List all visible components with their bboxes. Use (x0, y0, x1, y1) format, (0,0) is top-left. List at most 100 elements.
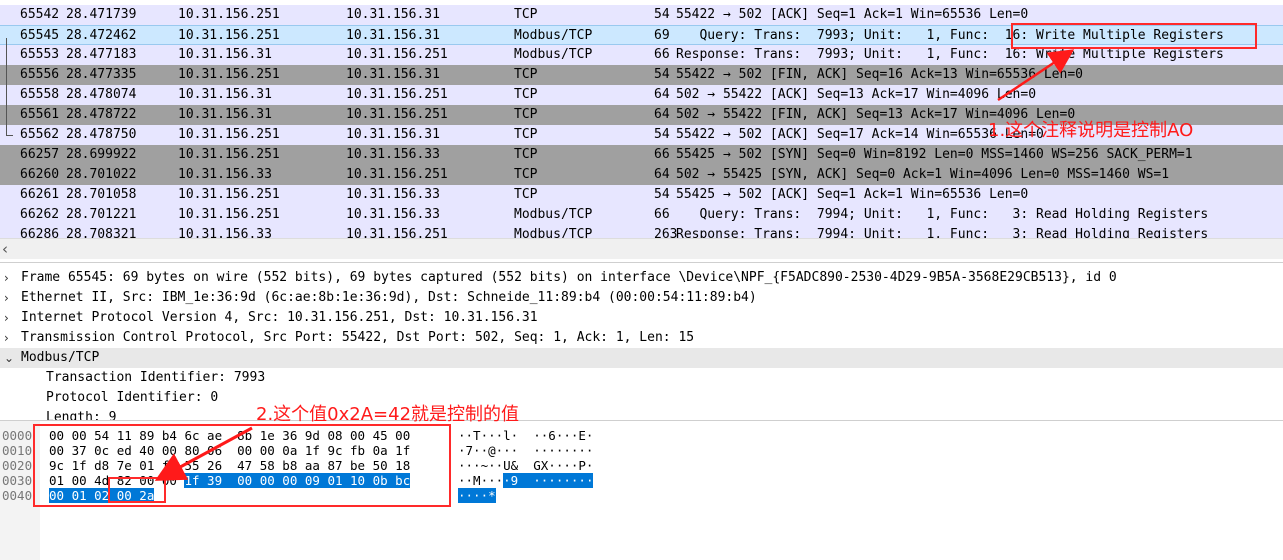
detail-text: Transaction Identifier: 7993 (46, 370, 266, 385)
packet-cell-len: 54 (654, 67, 670, 82)
packet-cell-proto: Modbus/TCP (514, 47, 593, 62)
packet-cell-no: 66286 (20, 227, 60, 238)
hex-ascii-plain: ··M··· (458, 473, 504, 488)
hex-offset: 0020 (2, 458, 33, 473)
detail-text: Transmission Control Protocol, Src Port:… (21, 330, 695, 345)
packet-cell-proto: Modbus/TCP (514, 28, 593, 43)
packet-cell-proto: TCP (514, 167, 538, 182)
packet-cell-no: 66261 (20, 187, 60, 202)
packet-cell-dst: 10.31.156.251 (346, 227, 448, 238)
hex-ascii-selected: ·9 ········ (503, 473, 594, 488)
packet-cell-src: 10.31.156.251 (178, 207, 280, 222)
packet-row[interactable]: 66260 28.701022 10.31.156.33 10.31.156.251 T… (0, 165, 1283, 185)
conversation-bracket (6, 38, 7, 135)
packet-cell-proto: TCP (514, 147, 538, 162)
packet-cell-time: 28.701058 (66, 187, 137, 202)
packet-cell-no: 65545 (20, 28, 60, 43)
hex-ascii-plain: ···~··U& GX····P· (458, 458, 594, 473)
detail-row[interactable]: ⌄ Modbus/TCP (0, 348, 1283, 368)
detail-row[interactable]: › Transmission Control Protocol, Src Port… (0, 328, 1283, 348)
packet-cell-len: 66 (654, 47, 670, 62)
packet-cell-dst: 10.31.156.251 (346, 107, 448, 122)
hex-offset: 0030 (2, 473, 33, 488)
packet-row[interactable]: 65556 28.477335 10.31.156.251 10.31.156.31 T… (0, 65, 1283, 85)
packet-cell-time: 28.478074 (66, 87, 137, 102)
packet-details-pane[interactable]: › Frame 65545: 69 bytes on wire (552 bits… (0, 262, 1283, 421)
packet-cell-src: 10.31.156.251 (178, 187, 280, 202)
packet-cell-dst: 10.31.156.33 (346, 187, 440, 202)
annotation-box-bytes (33, 424, 451, 507)
expand-arrow-icon[interactable]: › (4, 268, 9, 288)
packet-cell-src: 10.31.156.31 (178, 107, 272, 122)
expand-arrow-icon[interactable]: › (4, 328, 9, 348)
packet-cell-proto: TCP (514, 67, 538, 82)
packet-cell-len: 66 (654, 147, 670, 162)
packet-cell-dst: 10.31.156.33 (346, 207, 440, 222)
hex-ascii[interactable]: ····* (458, 488, 496, 504)
hex-ascii-selected: ····* (458, 488, 496, 503)
detail-row[interactable]: › Internet Protocol Version 4, Src: 10.31… (0, 308, 1283, 328)
packet-row[interactable]: 66262 28.701221 10.31.156.251 10.31.156.33 M… (0, 205, 1283, 225)
packet-cell-proto: Modbus/TCP (514, 227, 593, 238)
packet-cell-proto: TCP (514, 187, 538, 202)
packet-cell-time: 28.478722 (66, 107, 137, 122)
packet-cell-src: 10.31.156.31 (178, 87, 272, 102)
packet-cell-no: 66260 (20, 167, 60, 182)
packet-cell-dst: 10.31.156.31 (346, 28, 440, 43)
packet-cell-info: 502 → 55425 [SYN, ACK] Seq=0 Ack=1 Win=4… (676, 167, 1170, 182)
packet-cell-src: 10.31.156.251 (178, 127, 280, 142)
packet-cell-no: 66257 (20, 147, 60, 162)
packet-row[interactable]: 65542 28.471739 10.31.156.251 10.31.156.31 T… (0, 5, 1283, 25)
hex-ascii[interactable]: ··T···l· ··6···E· (458, 428, 593, 444)
detail-text: Modbus/TCP (21, 350, 100, 365)
hex-ascii[interactable]: ···~··U& GX····P· (458, 458, 593, 474)
packet-cell-proto: TCP (514, 107, 538, 122)
packet-cell-len: 64 (654, 87, 670, 102)
scroll-left-arrow-icon[interactable]: ‹ (2, 240, 8, 258)
packet-cell-time: 28.477183 (66, 47, 137, 62)
packet-cell-len: 54 (654, 127, 670, 142)
hex-ascii-plain: ··T···l· ··6···E· (458, 428, 594, 443)
packet-cell-src: 10.31.156.251 (178, 7, 280, 22)
packet-cell-dst: 10.31.156.251 (346, 167, 448, 182)
packet-cell-no: 65562 (20, 127, 60, 142)
packet-cell-info: 502 → 55422 [ACK] Seq=13 Ack=17 Win=4096… (676, 87, 1037, 102)
packet-row[interactable]: 66261 28.701058 10.31.156.251 10.31.156.33 T… (0, 185, 1283, 205)
packet-cell-proto: TCP (514, 7, 538, 22)
packet-cell-len: 54 (654, 7, 670, 22)
detail-row[interactable]: › Ethernet II, Src: IBM_1e:36:9d (6c:ae:8… (0, 288, 1283, 308)
packet-cell-time: 28.701022 (66, 167, 137, 182)
detail-row[interactable]: Transaction Identifier: 7993 (0, 368, 1283, 388)
conversation-bracket-end (6, 135, 13, 136)
packet-cell-time: 28.478750 (66, 127, 137, 142)
packet-cell-len: 69 (654, 28, 670, 43)
packet-cell-src: 10.31.156.33 (178, 227, 272, 238)
packet-cell-dst: 10.31.156.31 (346, 67, 440, 82)
detail-text: Frame 65545: 69 bytes on wire (552 bits)… (21, 270, 1117, 285)
packet-row[interactable]: 65558 28.478074 10.31.156.31 10.31.156.251 T… (0, 85, 1283, 105)
packet-cell-dst: 10.31.156.33 (346, 147, 440, 162)
detail-row[interactable]: › Frame 65545: 69 bytes on wire (552 bits… (0, 268, 1283, 288)
hex-ascii[interactable]: ··M····9 ········ (458, 473, 594, 489)
annotation-box-func (1011, 23, 1257, 49)
packet-cell-dst: 10.31.156.31 (346, 127, 440, 142)
packet-cell-len: 64 (654, 167, 670, 182)
detail-row[interactable]: Protocol Identifier: 0 (0, 388, 1283, 408)
packet-cell-time: 28.701221 (66, 207, 137, 222)
collapse-arrow-icon[interactable]: ⌄ (4, 348, 14, 368)
packet-cell-time: 28.471739 (66, 7, 137, 22)
horizontal-scrollbar[interactable]: ‹ (0, 238, 1283, 259)
annotation-box-value (108, 477, 166, 503)
expand-arrow-icon[interactable]: › (4, 308, 9, 328)
packet-cell-dst: 10.31.156.31 (346, 7, 440, 22)
packet-cell-proto: TCP (514, 87, 538, 102)
hex-offset: 0040 (2, 488, 33, 503)
packet-row[interactable]: 66286 28.708321 10.31.156.33 10.31.156.251 M… (0, 225, 1283, 238)
packet-cell-info: 55425 → 502 [ACK] Seq=1 Ack=1 Win=65536 … (676, 187, 1029, 202)
packet-cell-info: 55425 → 502 [SYN] Seq=0 Win=8192 Len=0 M… (676, 147, 1193, 162)
expand-arrow-icon[interactable]: › (4, 288, 9, 308)
packet-cell-proto: Modbus/TCP (514, 207, 593, 222)
hex-ascii[interactable]: ·7··@··· ········ (458, 443, 593, 459)
packet-row[interactable]: 66257 28.699922 10.31.156.251 10.31.156.33 T… (0, 145, 1283, 165)
packet-cell-time: 28.708321 (66, 227, 137, 238)
